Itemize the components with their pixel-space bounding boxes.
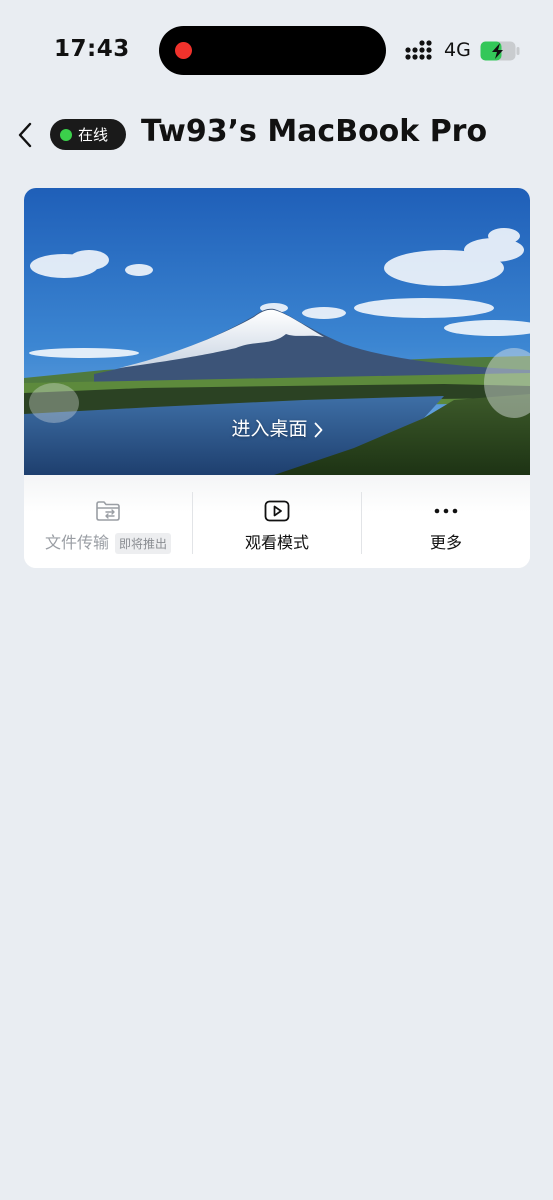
file-transfer-label: 文件传输	[44, 533, 109, 552]
status-bar: 17:43 4G	[0, 0, 553, 100]
status-badge-label: 在线	[78, 126, 109, 144]
enter-desktop-link[interactable]: 进入桌面	[24, 414, 530, 441]
watch-mode-label: 观看模式	[244, 533, 309, 552]
chevron-left-icon	[18, 122, 32, 148]
page-title: Tw93’s MacBook Pro	[141, 114, 488, 149]
recording-indicator-icon	[175, 42, 192, 59]
more-button[interactable]: 更多	[362, 475, 530, 568]
status-badge: 在线	[50, 119, 126, 150]
folder-transfer-icon	[94, 499, 122, 523]
enter-desktop-label: 进入桌面	[231, 418, 308, 440]
dynamic-island	[159, 26, 386, 75]
back-button[interactable]	[10, 117, 40, 153]
chevron-right-icon	[314, 422, 323, 438]
action-bar: 文件传输 即将推出 观看模式 更多	[24, 475, 530, 568]
desktop-preview[interactable]: 进入桌面	[24, 188, 530, 475]
network-type: 4G	[444, 39, 471, 61]
play-icon	[263, 499, 291, 523]
more-dots-icon	[432, 499, 460, 523]
battery-icon	[480, 41, 520, 61]
cellular-signal-icon	[405, 40, 432, 60]
clock: 17:43	[54, 36, 130, 62]
watch-mode-button[interactable]: 观看模式	[193, 475, 361, 568]
coming-soon-badge: 即将推出	[115, 533, 172, 554]
online-dot-icon	[60, 128, 72, 141]
device-card: 进入桌面 文件传输 即将推出 观看模式 更多	[24, 188, 530, 568]
file-transfer-button[interactable]: 文件传输 即将推出	[24, 475, 192, 568]
more-label: 更多	[429, 533, 462, 552]
